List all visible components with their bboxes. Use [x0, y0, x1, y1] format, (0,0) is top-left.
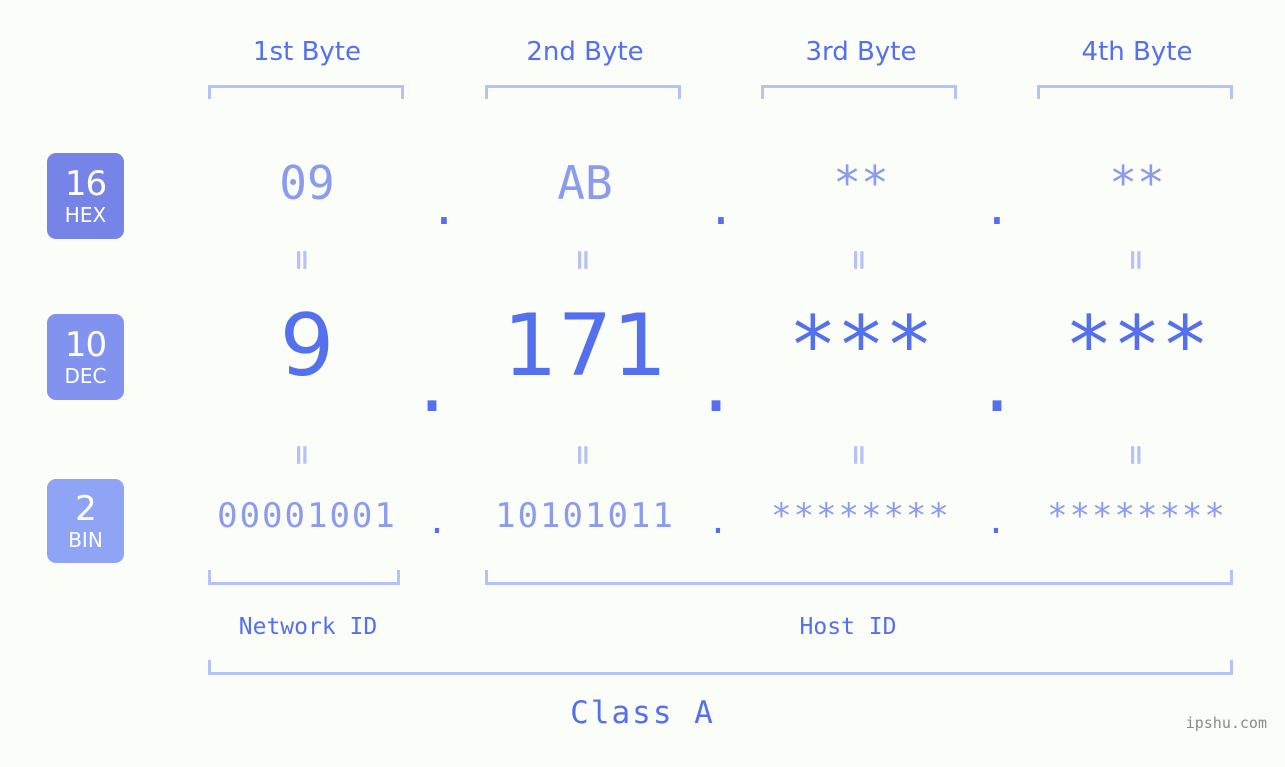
byte-bracket-top-2 [485, 85, 681, 99]
class-label: Class A [570, 695, 715, 731]
bin-byte-1: 00001001 [217, 496, 397, 536]
hex-byte-4: ** [1109, 156, 1165, 210]
base-badge-bin: 2 BIN [47, 479, 124, 563]
dec-byte-2: 171 [502, 296, 668, 396]
base-badge-dec: 10 DEC [47, 314, 124, 400]
host-id-bracket [485, 570, 1233, 585]
equals-sign-hex-dec-1: = [286, 248, 319, 272]
byte-header-label-4: 4th Byte [1081, 37, 1193, 67]
equals-sign-dec-bin-2: = [567, 443, 600, 467]
host-id-label: Host ID [799, 614, 897, 640]
byte-bracket-top-4 [1037, 85, 1233, 99]
base-badge-dec-number: 10 [64, 325, 107, 365]
base-badge-dec-abbr: DEC [64, 364, 107, 388]
ip-breakdown-diagram: 1st Byte 2nd Byte 3rd Byte 4th Byte 16 H… [0, 0, 1285, 767]
dec-byte-3: *** [788, 299, 934, 392]
equals-sign-dec-bin-4: = [1120, 443, 1153, 467]
dec-byte-1: 9 [279, 296, 335, 396]
byte-header-label-2: 2nd Byte [526, 37, 644, 67]
byte-bracket-top-1 [208, 85, 404, 99]
byte-header-label-1: 1st Byte [253, 37, 361, 67]
base-badge-hex: 16 HEX [47, 153, 124, 239]
byte-bracket-top-3 [761, 85, 957, 99]
watermark: ipshu.com [1185, 714, 1267, 732]
base-badge-hex-abbr: HEX [64, 203, 107, 227]
bin-byte-3: ******** [771, 496, 951, 536]
equals-sign-dec-bin-3: = [843, 443, 876, 467]
base-badge-bin-number: 2 [75, 489, 97, 529]
dec-byte-4: *** [1064, 299, 1210, 392]
dec-separator-1: . [418, 332, 446, 432]
bin-byte-2: 10101011 [495, 496, 675, 536]
base-badge-hex-number: 16 [64, 164, 107, 204]
hex-byte-2: AB [557, 156, 613, 210]
bin-byte-4: ******** [1047, 496, 1227, 536]
network-id-bracket [208, 570, 400, 585]
class-bracket [208, 660, 1233, 675]
base-badge-bin-abbr: BIN [68, 528, 103, 552]
hex-byte-3: ** [833, 156, 889, 210]
byte-header-label-3: 3rd Byte [805, 37, 917, 67]
equals-sign-dec-bin-1: = [286, 443, 319, 467]
equals-sign-hex-dec-2: = [567, 248, 600, 272]
network-id-label: Network ID [238, 614, 378, 640]
equals-sign-hex-dec-4: = [1120, 248, 1153, 272]
equals-sign-hex-dec-3: = [843, 248, 876, 272]
hex-byte-1: 09 [279, 156, 335, 210]
